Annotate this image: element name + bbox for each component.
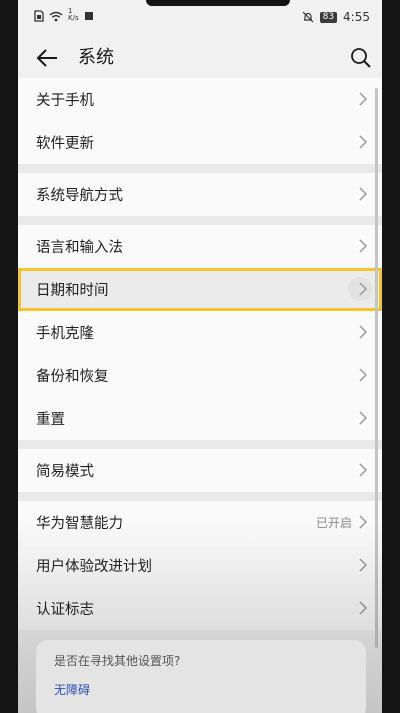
settings-row[interactable]: 重置 (18, 397, 382, 440)
group-divider (18, 216, 382, 225)
chevron-right-icon (359, 135, 368, 149)
settings-row-label: 关于手机 (36, 93, 94, 109)
chevron-right-icon (359, 239, 368, 253)
chevron-right-icon (359, 187, 368, 201)
screen: 1 K/s 83 4:55 系统 关于手机 软件更新 系统导航方式 语言和输入法 日期和… (18, 0, 382, 713)
settings-row-label: 软件更新 (36, 136, 94, 152)
chevron-right-icon (359, 558, 368, 572)
settings-row[interactable]: 日期和时间 (18, 268, 382, 311)
status-left: 1 K/s (34, 8, 94, 22)
settings-row[interactable]: 用户体验改进计划 (18, 544, 382, 587)
network-speed: 1 K/s (68, 8, 79, 22)
settings-row[interactable]: 关于手机 (18, 78, 382, 121)
network-speed-unit: K/s (68, 14, 79, 22)
settings-row[interactable]: 语言和输入法 (18, 225, 382, 268)
group-divider (18, 440, 382, 449)
settings-row-label: 认证标志 (36, 602, 94, 618)
search-icon (351, 48, 371, 68)
settings-group: 华为智慧能力 已开启用户体验改进计划 认证标志 (18, 501, 382, 630)
group-divider (18, 492, 382, 501)
group-divider (18, 164, 382, 173)
suggestion-card: 是否在寻找其他设置项? 无障碍 (36, 640, 366, 713)
chevron-right-icon (359, 282, 368, 296)
chevron-right-icon (359, 368, 368, 382)
settings-row-value: 已开启 (315, 516, 352, 530)
search-button[interactable] (348, 45, 374, 71)
settings-group: 关于手机 软件更新 (18, 78, 382, 164)
settings-row[interactable]: 认证标志 (18, 587, 382, 630)
settings-group: 语言和输入法 日期和时间手机克隆备份和恢复重置 (18, 225, 382, 440)
wifi-icon (49, 11, 63, 21)
battery-level: 83 (319, 11, 338, 23)
chevron-right-icon (359, 92, 368, 106)
back-button[interactable] (34, 46, 60, 70)
settings-row-label: 用户体验改进计划 (36, 559, 152, 575)
suggestion-link-accessibility[interactable]: 无障碍 (54, 681, 348, 698)
chevron-right-icon (359, 411, 368, 425)
settings-row-label: 华为智慧能力 (36, 516, 123, 532)
settings-group: 系统导航方式 (18, 173, 382, 216)
settings-list: 关于手机软件更新系统导航方式 语言和输入法 日期和时间手机克隆备份和恢复重置简易模式… (18, 78, 382, 630)
sim-icon (34, 10, 44, 22)
status-right: 83 4:55 (302, 10, 370, 24)
settings-row[interactable]: 备份和恢复 (18, 354, 382, 397)
settings-row[interactable]: 简易模式 (18, 449, 382, 492)
chevron-right-icon (359, 325, 368, 339)
settings-row[interactable]: 手机克隆 (18, 311, 382, 354)
suggestion-question: 是否在寻找其他设置项? (54, 654, 181, 668)
settings-row[interactable]: 软件更新 (18, 121, 382, 164)
chevron-right-icon (359, 515, 368, 529)
status-time: 4:55 (343, 10, 370, 24)
settings-row[interactable]: 华为智慧能力 已开启 (18, 501, 382, 544)
notification-icon (84, 12, 93, 20)
header: 系统 (18, 36, 382, 82)
settings-group: 简易模式 (18, 449, 382, 492)
settings-row-label: 语言和输入法 (36, 240, 123, 256)
settings-row[interactable]: 系统导航方式 (18, 173, 382, 216)
settings-row-label: 系统导航方式 (36, 188, 123, 204)
page-title: 系统 (78, 47, 114, 68)
settings-row-label: 手机克隆 (36, 326, 94, 342)
settings-row-label: 重置 (36, 412, 65, 428)
settings-row-label: 简易模式 (36, 464, 94, 480)
mute-bell-icon (302, 11, 314, 23)
back-arrow-icon (36, 49, 57, 67)
phone-frame: 1 K/s 83 4:55 系统 关于手机 软件更新 系统导航方式 语言和输入法 日期和… (0, 0, 400, 713)
scrollbar[interactable] (375, 88, 378, 648)
notch (146, 0, 290, 6)
chevron-right-icon (359, 463, 368, 477)
settings-row-label: 备份和恢复 (36, 369, 109, 385)
settings-row-label: 日期和时间 (36, 283, 109, 299)
chevron-right-icon (359, 601, 368, 615)
